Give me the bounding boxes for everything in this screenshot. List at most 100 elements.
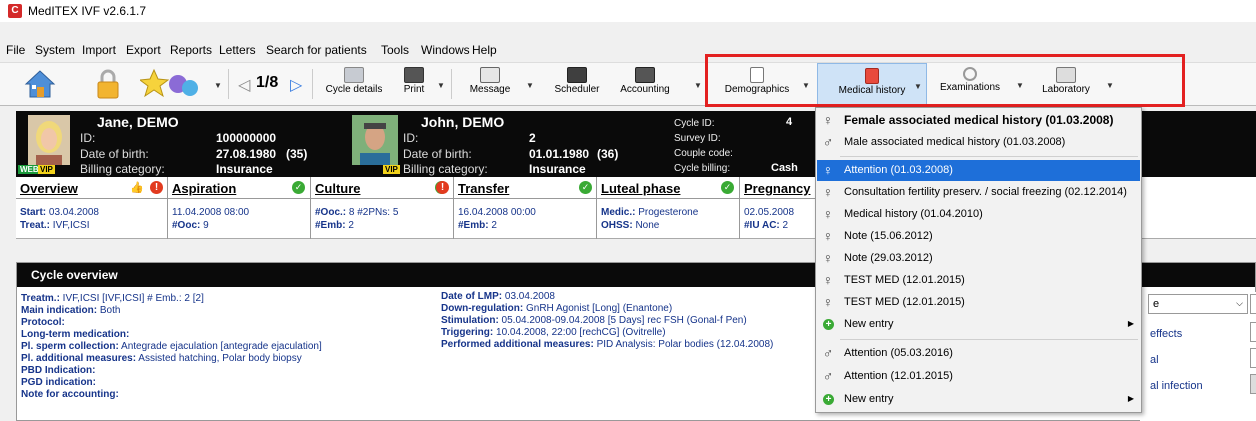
overview-line: Date of LMP: 03.04.2008: [441, 291, 555, 302]
tab-aspiration[interactable]: Aspiration ✓ 11.04.2008 08:00 #Ooc: 9: [168, 177, 311, 239]
cycle-id: 4: [786, 116, 793, 128]
menu-windows[interactable]: Windows: [421, 43, 470, 57]
message-button[interactable]: Message: [460, 65, 520, 103]
menu-letters[interactable]: Letters: [219, 43, 256, 57]
menu-separator: [840, 339, 1138, 340]
female-history-item[interactable]: ♀ Note (29.03.2012): [817, 248, 1140, 269]
couple-code-label: Couple code:: [674, 148, 733, 159]
envelope-icon: [480, 67, 500, 83]
submenu-arrow-icon: ▶: [1127, 394, 1134, 403]
side-field[interactable]: [1250, 294, 1256, 314]
female-age: (35): [286, 147, 308, 161]
overview-line: PGD indication:: [21, 377, 96, 388]
filter-select[interactable]: e ⌵: [1148, 294, 1248, 314]
tab-culture[interactable]: Culture ✓ #Ooc.: 8 #2PNs: 5 #Emb: 2: [311, 177, 454, 239]
side-label: effects: [1150, 328, 1183, 340]
side-field[interactable]: [1250, 322, 1256, 342]
menu-system[interactable]: System: [35, 43, 75, 57]
message-dropdown-icon[interactable]: ▼: [526, 81, 534, 90]
check-icon: ✓: [721, 181, 734, 194]
female-history-item[interactable]: ♀ Medical history (01.04.2010): [817, 204, 1140, 225]
tab-luteal-phase[interactable]: Luteal phase ✓ ✓ Medic.: Progesterone OH…: [579, 177, 740, 239]
menu-import[interactable]: Import: [82, 43, 116, 57]
check-icon: ✓: [579, 181, 592, 194]
error-icon: !: [436, 181, 449, 194]
star-icon: [138, 68, 198, 98]
menu-reports[interactable]: Reports: [170, 43, 212, 57]
female-history-item[interactable]: ♀ TEST MED (12.01.2015): [817, 292, 1140, 313]
cycle-billing: Cash: [771, 162, 798, 174]
print-button[interactable]: Print: [396, 65, 432, 103]
check-icon: ✓: [292, 181, 305, 194]
prev-cycle-icon[interactable]: ◁: [238, 75, 250, 95]
female-history-item[interactable]: ♀ Consultation fertility preserv. / soci…: [817, 182, 1140, 203]
medical-history-dropdown: ♀ Female associated medical history (01.…: [815, 107, 1142, 413]
toolbar-separator: [312, 69, 313, 99]
overview-line: Down-regulation: GnRH Agonist [Long] (En…: [441, 303, 673, 314]
menu-file[interactable]: File: [6, 43, 25, 57]
overview-line: Treatm.: IVF,ICSI [IVF,ICSI] # Emb.: 2 […: [21, 293, 204, 304]
female-history-header-item[interactable]: ♀ Female associated medical history (01.…: [817, 110, 1140, 131]
submenu-arrow-icon: ▶: [1127, 319, 1134, 328]
female-dob: 27.08.1980: [216, 147, 277, 161]
right-side-panel: e ⌵ effects al al infection: [1140, 292, 1256, 421]
scheduler-button[interactable]: Scheduler: [548, 65, 606, 103]
print-dropdown-icon[interactable]: ▼: [437, 81, 445, 90]
plus-icon: +: [823, 394, 834, 405]
male-icon: ♂: [822, 368, 834, 384]
male-icon: ♂: [822, 345, 834, 361]
cycle-details-button[interactable]: Cycle details: [322, 65, 386, 103]
overview-line: Performed additional measures: PID Analy…: [441, 339, 774, 350]
male-history-header-item[interactable]: ♂ Male associated medical history (01.03…: [817, 132, 1140, 153]
new-female-entry-item[interactable]: + New entry ▶: [817, 314, 1140, 335]
male-name: John, DEMO: [421, 114, 505, 130]
male-patient-photo: [352, 115, 398, 165]
calendar-icon: [567, 67, 587, 83]
male-history-item[interactable]: ♂ Attention (05.03.2016): [817, 343, 1140, 364]
overview-line: Note for accounting:: [21, 389, 119, 400]
side-field[interactable]: [1250, 374, 1256, 394]
overview-line: PBD Indication:: [21, 365, 96, 376]
female-history-item[interactable]: ♀ Note (15.06.2012): [817, 226, 1140, 247]
overview-line: Long-term medication:: [21, 329, 130, 340]
lock-button[interactable]: [88, 65, 128, 103]
tab-overview[interactable]: Overview 👍 ! Start: 03.04.2008 Treat.: I…: [16, 177, 168, 239]
male-billing-label: Billing category:: [403, 162, 488, 176]
female-id: 100000000: [216, 131, 277, 145]
female-icon: ♀: [822, 112, 834, 128]
calculator-icon: [635, 67, 655, 83]
overview-line: Protocol:: [21, 317, 65, 328]
overview-line: Stimulation: 05.04.2008-09.04.2008 [5 Da…: [441, 315, 747, 326]
new-male-entry-item[interactable]: + New entry ▶: [817, 389, 1140, 410]
chevron-down-icon: ⌵: [1236, 298, 1243, 308]
tab-transfer[interactable]: Transfer ! 16.04.2008 00:00 #Emb: 2: [436, 177, 597, 239]
male-age: (36): [597, 147, 619, 161]
next-cycle-icon[interactable]: ▷: [290, 75, 302, 95]
menu-tools[interactable]: Tools: [381, 43, 409, 57]
male-billing: Insurance: [529, 162, 586, 176]
side-field[interactable]: [1250, 348, 1256, 368]
male-id-label: ID:: [403, 131, 419, 145]
cycle-pager: 1/8: [256, 74, 279, 91]
accounting-dropdown-icon[interactable]: ▼: [694, 81, 702, 90]
favorites-dropdown-icon[interactable]: ▼: [214, 81, 222, 90]
highlight-box: [705, 54, 1185, 107]
menu-help[interactable]: Help: [472, 43, 497, 57]
app-icon: C: [8, 4, 22, 18]
home-button[interactable]: [20, 65, 60, 103]
favorites-button[interactable]: [135, 65, 205, 103]
female-history-item[interactable]: ♀ Attention (01.03.2008): [817, 160, 1140, 181]
accounting-button[interactable]: Accounting: [612, 65, 678, 103]
overview-line: Triggering: 10.04.2008, 22:00 [rechCG] (…: [441, 327, 666, 338]
male-icon: ♂: [822, 134, 834, 150]
error-icon: !: [150, 181, 163, 194]
female-icon: ♀: [822, 184, 834, 200]
title-bar: C MedITEX IVF v2.6.1.7: [0, 0, 1256, 22]
male-history-item[interactable]: ♂ Attention (12.01.2015): [817, 366, 1140, 387]
female-history-item[interactable]: ♀ TEST MED (12.01.2015): [817, 270, 1140, 291]
female-icon: ♀: [822, 206, 834, 222]
menu-search-for-patients[interactable]: Search for patients: [266, 43, 367, 57]
menu-export[interactable]: Export: [126, 43, 161, 57]
female-dob-label: Date of birth:: [80, 147, 149, 161]
female-icon: ♀: [822, 294, 834, 310]
